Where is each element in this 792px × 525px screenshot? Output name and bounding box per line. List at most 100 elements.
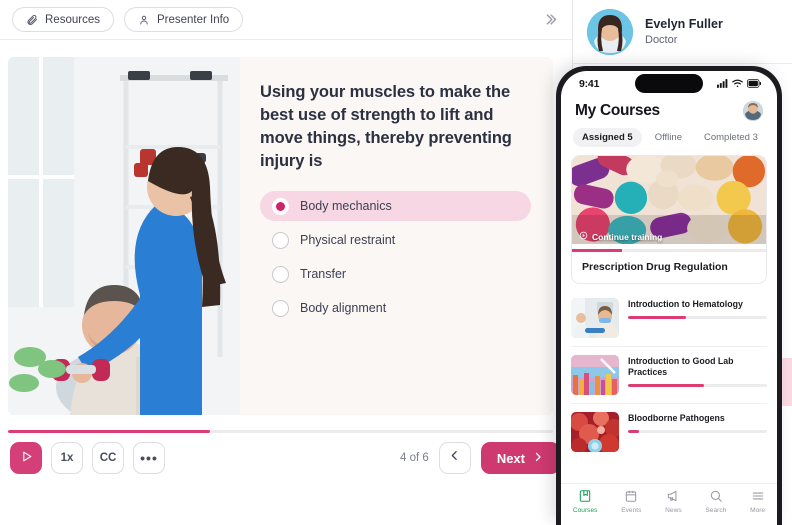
presenter-card: Evelyn Fuller Doctor — [573, 0, 792, 64]
slide-navigation: 4 of 6 Next — [400, 442, 560, 474]
resources-button[interactable]: Resources — [12, 7, 114, 32]
course-progress-fill — [628, 384, 705, 387]
next-slide-button[interactable]: Next — [480, 442, 560, 474]
phone-header: My Courses — [561, 97, 777, 121]
option-body-mechanics[interactable]: Body mechanics — [260, 191, 531, 221]
wifi-icon — [732, 75, 743, 93]
book-icon — [578, 489, 592, 505]
slide-content: Using your muscles to make the best use … — [240, 57, 553, 415]
radio-icon — [272, 197, 289, 215]
course-progress — [628, 316, 767, 319]
course-title: Introduction to Hematology — [628, 299, 743, 309]
course-progress-fill — [628, 430, 640, 433]
search-icon — [709, 489, 723, 505]
tab-assigned[interactable]: Assigned 5 — [573, 128, 642, 147]
page-indicator: 4 of 6 — [400, 452, 429, 464]
course-filter-tabs: Assigned 5 Offline Completed 3 — [561, 121, 777, 155]
user-portrait — [743, 101, 763, 121]
radio-icon — [272, 299, 289, 317]
tab-offline[interactable]: Offline — [646, 128, 691, 147]
featured-course-title: Prescription Drug Regulation — [582, 261, 728, 273]
status-icons — [717, 75, 761, 93]
playback-controls: 1x CC ••• — [10, 442, 165, 474]
hematology-thumb — [571, 298, 619, 338]
menu-icon — [751, 489, 765, 505]
list-item[interactable]: Introduction to Hematology — [571, 290, 767, 347]
featured-course-image: Continue training — [572, 156, 766, 249]
question-text: Using your muscles to make the best use … — [260, 83, 512, 170]
tab-label: Events — [621, 507, 642, 514]
ellipsis-icon: ••• — [140, 450, 158, 466]
radio-icon — [272, 231, 289, 249]
tab-news[interactable]: News — [665, 489, 682, 514]
option-transfer[interactable]: Transfer — [260, 259, 531, 289]
tab-more[interactable]: More — [750, 489, 765, 514]
option-label: Body alignment — [300, 301, 387, 315]
play-icon — [20, 450, 33, 466]
presenter-portrait — [587, 8, 633, 55]
phone-tab-bar: Courses Events News Search More — [561, 483, 777, 525]
option-body-alignment[interactable]: Body alignment — [260, 293, 531, 323]
tab-label: Courses — [572, 507, 598, 514]
captions-label: CC — [99, 452, 117, 464]
avatar — [587, 8, 633, 55]
play-circle-icon — [579, 231, 588, 242]
tab-events[interactable]: Events — [621, 489, 641, 514]
goodlab-thumb — [571, 355, 619, 395]
app-root: Resources Presenter Info Using your musc… — [0, 0, 792, 525]
more-options-button[interactable]: ••• — [133, 442, 165, 474]
playback-progress-fill — [8, 430, 210, 433]
tab-label: Completed 3 — [703, 132, 758, 143]
course-info: Introduction to Good Lab Practices — [628, 355, 767, 395]
dynamic-island — [635, 74, 703, 93]
player-topbar: Resources Presenter Info — [0, 0, 572, 40]
course-progress — [628, 384, 767, 387]
course-thumbnail — [571, 412, 619, 452]
tab-search[interactable]: Search — [705, 489, 726, 514]
continue-training-badge[interactable]: Continue training — [579, 231, 662, 242]
avatar[interactable] — [743, 101, 763, 121]
megaphone-icon — [666, 489, 680, 505]
calendar-icon — [624, 489, 638, 505]
phone-page-title: My Courses — [575, 102, 660, 119]
playback-progress-bar[interactable] — [8, 430, 553, 433]
presenter-info-button[interactable]: Presenter Info — [123, 7, 244, 32]
course-progress-fill — [628, 316, 687, 319]
option-physical-restraint[interactable]: Physical restraint — [260, 225, 531, 255]
previous-slide-button[interactable] — [438, 442, 471, 474]
signal-icon — [717, 75, 728, 93]
bloodborne-thumb — [571, 412, 619, 452]
tab-label: News — [665, 507, 682, 514]
slide-photo — [8, 57, 240, 415]
presenter-role: Doctor — [645, 34, 678, 46]
play-button[interactable] — [10, 442, 42, 474]
list-item[interactable]: Introduction to Good Lab Practices — [571, 347, 767, 404]
tab-completed[interactable]: Completed 3 — [695, 128, 767, 147]
option-label: Body mechanics — [300, 199, 392, 213]
presenter-details: Evelyn Fuller Doctor — [645, 17, 723, 46]
therapy-photo-illustration — [8, 57, 240, 415]
featured-course-card[interactable]: Continue training Prescription Drug Regu… — [571, 155, 767, 284]
tab-label: Search — [705, 507, 727, 514]
phone-screen: 9:41 My Courses Assigned 5 Offline Compl… — [561, 71, 777, 525]
tab-label: Offline — [654, 132, 682, 143]
presenter-name: Evelyn Fuller — [645, 17, 723, 31]
person-icon — [138, 14, 150, 26]
paperclip-icon — [26, 14, 38, 26]
status-time: 9:41 — [579, 78, 600, 90]
course-thumbnail — [571, 298, 619, 338]
playback-speed-button[interactable]: 1x — [51, 442, 83, 474]
tab-courses[interactable]: Courses — [572, 489, 598, 514]
captions-button[interactable]: CC — [92, 442, 124, 474]
tab-label: Assigned 5 — [582, 132, 633, 143]
chevron-left-icon — [448, 449, 461, 467]
radio-icon — [272, 265, 289, 283]
slide: Using your muscles to make the best use … — [8, 57, 553, 415]
course-info: Introduction to Hematology — [628, 298, 767, 338]
course-info: Bloodborne Pathogens — [628, 412, 767, 452]
chevrons-right-icon[interactable] — [538, 8, 562, 32]
chevron-right-icon — [532, 451, 544, 466]
continue-training-label: Continue training — [592, 231, 663, 242]
list-item[interactable]: Bloodborne Pathogens — [571, 404, 767, 460]
next-label: Next — [496, 450, 525, 466]
